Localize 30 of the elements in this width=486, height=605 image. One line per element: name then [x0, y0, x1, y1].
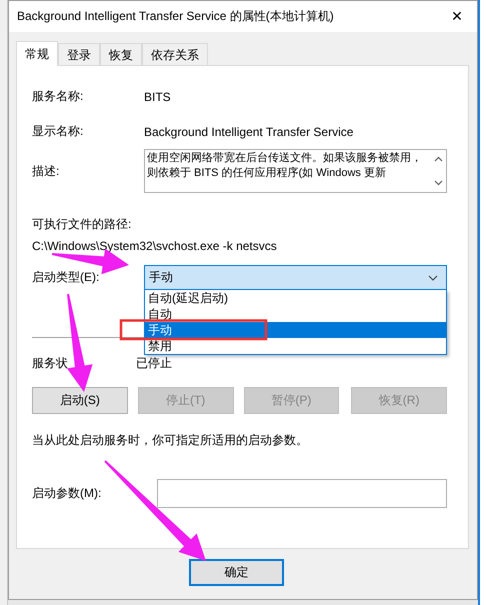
field-label: 显示名称: — [32, 123, 84, 140]
field-label: 服务名称: — [32, 88, 84, 105]
dropdown-option[interactable]: 自动 — [145, 306, 446, 322]
close-button[interactable]: ✕ — [437, 1, 477, 32]
field-value: 已停止 — [136, 355, 172, 372]
field-value: Background Intelligent Transfer Service — [144, 124, 354, 138]
startup-type-dropdown[interactable]: 手动 — [144, 265, 447, 290]
chevron-down-icon — [428, 274, 438, 280]
field-value: BITS — [144, 90, 171, 104]
field-label: 启动类型(E): — [32, 269, 100, 286]
tab[interactable]: 依存关系 — [142, 43, 208, 65]
start-parameters-field[interactable] — [157, 479, 447, 508]
field-label: 启动参数(M): — [32, 485, 102, 502]
dropdown-option[interactable]: 手动 — [145, 322, 446, 338]
tab[interactable]: 登录 — [58, 43, 100, 65]
scroll-up-icon[interactable] — [434, 156, 442, 162]
window-title: Background Intelligent Transfer Service 的属性(本地计算机) — [17, 8, 334, 25]
description-box[interactable]: 使用空闲网络带宽在后台传送文件。如果该服务被禁用，则依赖于 BITS 的任何应用程序(如 Windows 更新 — [144, 149, 447, 193]
field-value: C:\Windows\System32\svchost.exe -k netsvcs — [32, 239, 278, 253]
hint-text: 当从此处启动服务时，你可指定所适用的启动参数。 — [32, 432, 309, 449]
dropdown-option[interactable]: 禁用 — [145, 338, 446, 354]
dropdown-option[interactable]: 自动(延迟启动) — [145, 290, 446, 306]
field-label: 可执行文件的路径: — [32, 216, 132, 233]
field-label: 服务状 — [32, 355, 69, 372]
tab[interactable]: 常规 — [16, 41, 58, 66]
ok-button[interactable]: 确定 — [189, 559, 284, 586]
tab[interactable]: 恢复 — [100, 43, 142, 65]
scroll-down-icon[interactable] — [434, 180, 442, 186]
service-button[interactable]: 启动(S) — [32, 387, 128, 414]
field-label: 描述: — [32, 162, 60, 180]
